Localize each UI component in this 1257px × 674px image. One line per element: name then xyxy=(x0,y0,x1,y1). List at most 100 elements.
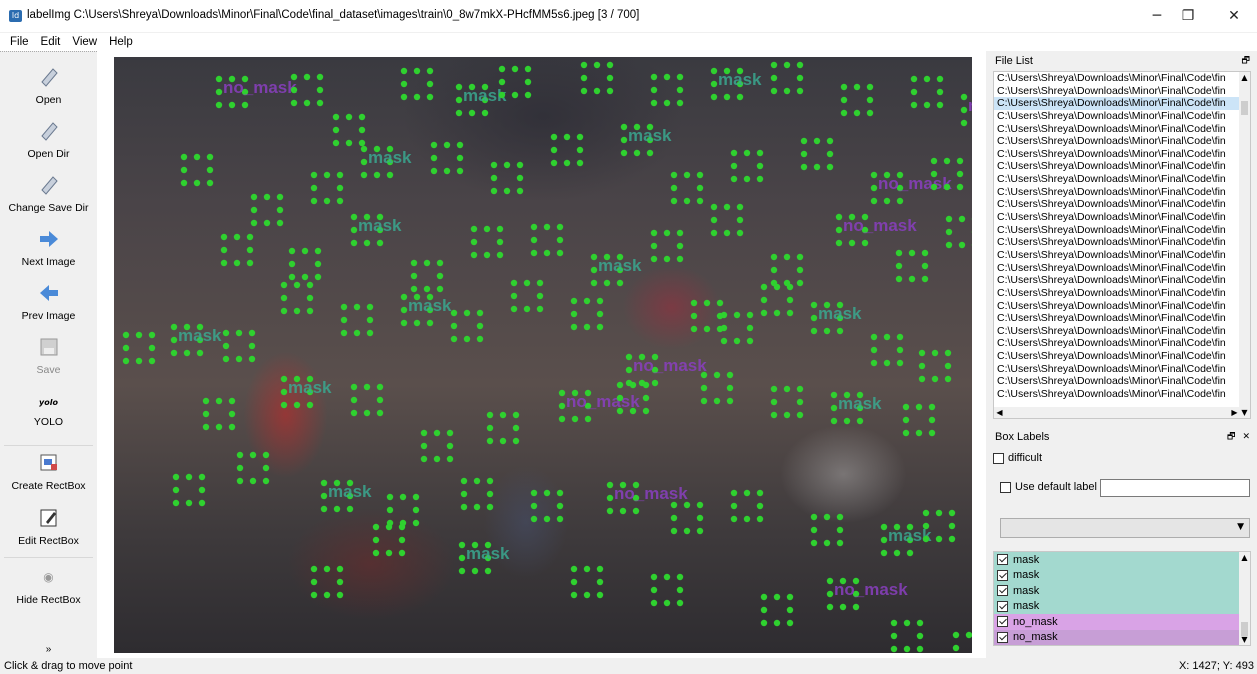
box-vertex-handle[interactable] xyxy=(839,603,847,611)
box-vertex-handle[interactable] xyxy=(710,93,718,101)
box-vertex-handle[interactable] xyxy=(853,83,861,91)
box-vertex-handle[interactable] xyxy=(663,99,671,107)
box-vertex-handle[interactable] xyxy=(215,101,223,109)
box-vertex-handle[interactable] xyxy=(426,319,434,327)
more-tools-button[interactable]: » xyxy=(0,644,97,655)
box-vertex-handle[interactable] xyxy=(676,255,684,263)
box-vertex-handle[interactable] xyxy=(486,424,494,432)
box-vertex-handle[interactable] xyxy=(470,251,478,259)
box-vertex-handle[interactable] xyxy=(350,239,358,247)
box-vertex-handle[interactable] xyxy=(723,229,731,237)
box-vertex-handle[interactable] xyxy=(923,75,931,83)
box-vertex-handle[interactable] xyxy=(870,197,878,205)
box-vertex-handle[interactable] xyxy=(228,101,236,109)
box-vertex-handle[interactable] xyxy=(948,535,956,543)
box-vertex-handle[interactable] xyxy=(840,96,848,104)
box-vertex-handle[interactable] xyxy=(928,403,936,411)
box-vertex-handle[interactable] xyxy=(280,388,288,396)
box-vertex-handle[interactable] xyxy=(930,157,938,165)
hide-rectbox-button[interactable]: ◉ Hide RectBox xyxy=(0,566,97,606)
scroll-down-icon[interactable]: ▼ xyxy=(1239,634,1250,645)
box-vertex-handle[interactable] xyxy=(796,253,804,261)
box-vertex-handle[interactable] xyxy=(760,309,768,317)
box-vertex-handle[interactable] xyxy=(870,359,878,367)
box-vertex-handle[interactable] xyxy=(870,171,878,179)
box-vertex-handle[interactable] xyxy=(516,161,524,169)
box-vertex-handle[interactable] xyxy=(830,391,838,399)
box-vertex-handle[interactable] xyxy=(455,96,463,104)
box-vertex-handle[interactable] xyxy=(215,75,223,83)
box-vertex-handle[interactable] xyxy=(650,573,658,581)
file-list-item[interactable]: C:\Users\Shreya\Downloads\Minor\Final\Co… xyxy=(994,72,1241,85)
box-vertex-handle[interactable] xyxy=(135,357,143,365)
box-vertex-handle[interactable] xyxy=(413,93,421,101)
box-vertex-handle[interactable] xyxy=(556,249,564,257)
file-list-item[interactable]: C:\Users\Shreya\Downloads\Minor\Final\Co… xyxy=(994,300,1241,313)
box-vertex-handle[interactable] xyxy=(570,297,578,305)
box-vertex-handle[interactable] xyxy=(293,401,301,409)
box-vertex-handle[interactable] xyxy=(455,83,463,91)
box-vertex-handle[interactable] xyxy=(736,203,744,211)
box-vertex-handle[interactable] xyxy=(122,331,130,339)
box-vertex-handle[interactable] xyxy=(486,503,494,511)
edit-rectbox-button[interactable]: Edit RectBox xyxy=(0,507,97,547)
box-vertex-handle[interactable] xyxy=(563,133,571,141)
box-vertex-handle[interactable] xyxy=(619,507,627,515)
box-vertex-handle[interactable] xyxy=(246,259,254,267)
box-vertex-handle[interactable] xyxy=(840,109,848,117)
box-vertex-handle[interactable] xyxy=(420,429,428,437)
box-vertex-handle[interactable] xyxy=(510,292,518,300)
box-vertex-handle[interactable] xyxy=(303,73,311,81)
box-vertex-handle[interactable] xyxy=(746,337,754,345)
box-vertex-handle[interactable] xyxy=(236,464,244,472)
box-vertex-handle[interactable] xyxy=(683,501,691,509)
box-vertex-handle[interactable] xyxy=(220,246,228,254)
box-vertex-handle[interactable] xyxy=(713,397,721,405)
box-vertex-handle[interactable] xyxy=(280,307,288,315)
box-vertex-handle[interactable] xyxy=(336,578,344,586)
close-button[interactable]: ✕ xyxy=(1211,4,1257,28)
box-vertex-handle[interactable] xyxy=(222,355,230,363)
box-vertex-handle[interactable] xyxy=(625,353,633,361)
box-vertex-handle[interactable] xyxy=(590,279,598,287)
box-vertex-handle[interactable] xyxy=(398,549,406,557)
box-vertex-handle[interactable] xyxy=(930,183,938,191)
box-vertex-handle[interactable] xyxy=(713,371,721,379)
file-list-item[interactable]: C:\Users\Shreya\Downloads\Minor\Final\Co… xyxy=(994,350,1241,363)
box-vertex-handle[interactable] xyxy=(503,187,511,195)
box-vertex-handle[interactable] xyxy=(280,294,288,302)
box-vertex-handle[interactable] xyxy=(476,322,484,330)
label-list[interactable]: mask mask mask mask no_mask no_mask ▲ ▼ xyxy=(993,551,1251,646)
box-vertex-handle[interactable] xyxy=(848,239,856,247)
box-vertex-handle[interactable] xyxy=(958,215,966,223)
box-vertex-handle[interactable] xyxy=(733,337,741,345)
box-vertex-handle[interactable] xyxy=(958,241,966,249)
box-vertex-handle[interactable] xyxy=(906,549,914,557)
box-vertex-handle[interactable] xyxy=(410,259,418,267)
box-vertex-handle[interactable] xyxy=(908,275,916,283)
box-vertex-handle[interactable] xyxy=(340,303,348,311)
scroll-up-icon[interactable]: ▲ xyxy=(1239,72,1250,83)
box-vertex-handle[interactable] xyxy=(830,417,838,425)
checkbox-icon[interactable] xyxy=(997,554,1008,566)
box-vertex-handle[interactable] xyxy=(458,567,466,575)
box-vertex-handle[interactable] xyxy=(726,397,734,405)
box-vertex-handle[interactable] xyxy=(883,197,891,205)
box-vertex-handle[interactable] xyxy=(670,184,678,192)
box-vertex-handle[interactable] xyxy=(700,397,708,405)
box-vertex-handle[interactable] xyxy=(499,437,507,445)
box-vertex-handle[interactable] xyxy=(476,335,484,343)
box-vertex-handle[interactable] xyxy=(700,384,708,392)
box-vertex-handle[interactable] xyxy=(606,61,614,69)
open-dir-button[interactable]: Open Dir xyxy=(0,120,97,160)
box-vertex-handle[interactable] xyxy=(563,159,571,167)
box-vertex-handle[interactable] xyxy=(576,159,584,167)
box-vertex-handle[interactable] xyxy=(603,279,611,287)
box-vertex-handle[interactable] xyxy=(290,99,298,107)
box-vertex-handle[interactable] xyxy=(786,296,794,304)
box-vertex-handle[interactable] xyxy=(353,329,361,337)
box-vertex-handle[interactable] xyxy=(310,591,318,599)
box-vertex-handle[interactable] xyxy=(786,593,794,601)
box-vertex-handle[interactable] xyxy=(571,415,579,423)
box-vertex-handle[interactable] xyxy=(823,539,831,547)
